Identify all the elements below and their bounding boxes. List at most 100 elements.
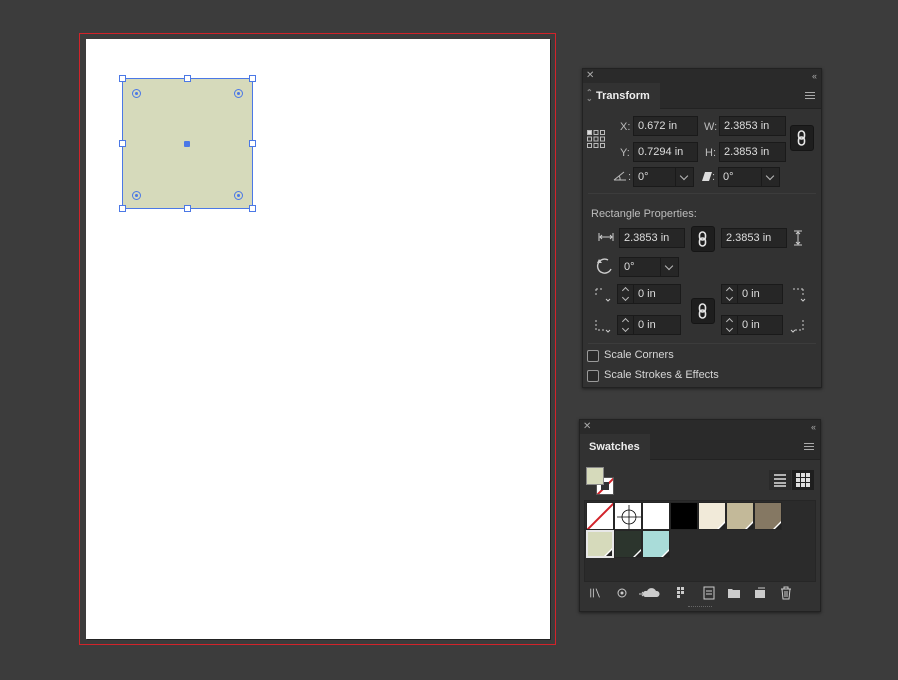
handle-tr[interactable] (249, 75, 256, 82)
corner-br-stepper[interactable] (722, 316, 738, 334)
handle-ml[interactable] (119, 140, 126, 147)
handle-tc[interactable] (184, 75, 191, 82)
w-field[interactable]: 2.3853 in (719, 116, 786, 136)
fill-swatch[interactable] (586, 467, 604, 485)
center-point (184, 141, 190, 147)
h-field[interactable]: 2.3853 in (719, 142, 786, 162)
new-swatch-icon[interactable] (753, 586, 767, 600)
panel-menu-icon[interactable] (804, 443, 814, 451)
width-icon (598, 233, 614, 241)
swatch-white[interactable] (642, 502, 670, 530)
live-corner-widget-br[interactable] (234, 191, 243, 200)
tab-grip-icon: ⌃ ⌄ (586, 88, 593, 103)
new-color-group-icon[interactable] (702, 586, 716, 600)
reference-point-icon[interactable] (586, 129, 606, 149)
list-view-icon (774, 474, 786, 487)
corner-type-tl-icon[interactable] (594, 287, 612, 303)
chevron-down-icon[interactable] (675, 168, 693, 186)
corner-type-br-icon[interactable] (789, 318, 807, 334)
swatch-none[interactable] (586, 502, 614, 530)
y-field[interactable]: 0.7294 in (633, 142, 698, 162)
swatch-black[interactable] (670, 502, 698, 530)
folder-icon[interactable] (727, 586, 741, 600)
collapse-icon[interactable]: ‹‹ (811, 420, 816, 434)
link-icon (698, 231, 707, 247)
handle-bc[interactable] (184, 205, 191, 212)
collapse-icon[interactable]: ‹‹ (812, 69, 817, 83)
chevron-down-icon[interactable] (660, 258, 678, 276)
h-label: H: (705, 147, 716, 159)
swatch-sage[interactable] (586, 530, 614, 558)
live-corner-widget-tr[interactable] (234, 89, 243, 98)
close-icon[interactable]: ✕ (586, 69, 594, 83)
corner-bl-stepper[interactable] (618, 316, 634, 334)
rect-width-field[interactable]: 2.3853 in (619, 228, 685, 248)
rect-props-label: Rectangle Properties: (591, 208, 697, 220)
tab-label: Transform (596, 90, 650, 102)
handle-bl[interactable] (119, 205, 126, 212)
height-icon (794, 230, 802, 246)
corner-tr-field[interactable]: 0 in (721, 284, 783, 304)
rotate-angle-icon (613, 171, 626, 181)
list-view-button[interactable] (769, 470, 791, 490)
swatch-libraries-icon[interactable] (589, 586, 603, 600)
panel-menu-icon[interactable] (805, 92, 815, 100)
swatch-dark-green[interactable] (614, 530, 642, 558)
link-icon (797, 130, 806, 146)
show-swatch-kinds-icon[interactable] (616, 586, 630, 600)
registration-icon (617, 505, 641, 529)
swatch-options-icon[interactable] (676, 586, 690, 600)
chevron-down-icon[interactable] (761, 168, 779, 186)
rectangle-rotate-icon (596, 258, 612, 274)
scale-corners-label: Scale Corners (604, 349, 674, 361)
rotate-colon: : (628, 171, 632, 183)
scale-strokes-label: Scale Strokes & Effects (604, 369, 719, 381)
live-corner-widget-bl[interactable] (132, 191, 141, 200)
rect-rotation-field[interactable]: 0° (619, 257, 679, 277)
tab-transform[interactable]: ⌃ ⌄ Transform (583, 83, 660, 110)
panel-header-bar: ✕ ‹‹ (580, 420, 820, 434)
corner-type-bl-icon[interactable] (594, 318, 612, 334)
tab-swatches[interactable]: Swatches (580, 434, 650, 461)
rect-height-field[interactable]: 2.3853 in (721, 228, 787, 248)
w-label: W: (704, 121, 718, 133)
corner-constrain-button[interactable] (691, 298, 715, 324)
corner-br-value: 0 in (742, 319, 760, 331)
y-label: Y: (620, 147, 630, 159)
swatch-tan[interactable] (726, 502, 754, 530)
x-field[interactable]: 0.672 in (633, 116, 698, 136)
corner-tr-stepper[interactable] (722, 285, 738, 303)
handle-tl[interactable] (119, 75, 126, 82)
rotate-field[interactable]: 0° (633, 167, 694, 187)
corner-tl-field[interactable]: 0 in (617, 284, 681, 304)
rect-constrain-button[interactable] (691, 226, 715, 252)
close-icon[interactable]: ✕ (583, 420, 591, 434)
shear-field[interactable]: 0° (718, 167, 780, 187)
link-icon (698, 303, 707, 319)
corner-type-tr-icon[interactable] (789, 287, 807, 303)
corner-tl-stepper[interactable] (618, 285, 634, 303)
resize-grip[interactable] (688, 606, 712, 609)
live-corner-widget-tl[interactable] (132, 89, 141, 98)
shear-value: 0° (723, 171, 734, 183)
trash-icon[interactable] (779, 586, 793, 600)
corner-tl-value: 0 in (638, 288, 656, 300)
corner-bl-field[interactable]: 0 in (617, 315, 681, 335)
panel-header-bar: ✕ ‹‹ (583, 69, 821, 83)
constrain-proportions-button[interactable] (790, 125, 814, 151)
tab-bar: Swatches (580, 434, 820, 461)
swatch-cream[interactable] (698, 502, 726, 530)
fill-stroke-indicator[interactable] (586, 467, 616, 497)
handle-mr[interactable] (249, 140, 256, 147)
transform-panel: ✕ ‹‹ ⌃ ⌄ Transform X: 0.672 in Y: 0.7294 … (582, 68, 822, 388)
scale-strokes-checkbox[interactable] (587, 370, 599, 382)
thumbnail-view-button[interactable] (792, 470, 814, 490)
rotate-value: 0° (638, 171, 649, 183)
swatch-registration[interactable] (614, 502, 642, 530)
swatch-aqua[interactable] (642, 530, 670, 558)
swatch-brown[interactable] (754, 502, 782, 530)
scale-corners-checkbox[interactable] (587, 350, 599, 362)
cloud-library-icon[interactable] (638, 586, 660, 600)
handle-br[interactable] (249, 205, 256, 212)
corner-br-field[interactable]: 0 in (721, 315, 783, 335)
